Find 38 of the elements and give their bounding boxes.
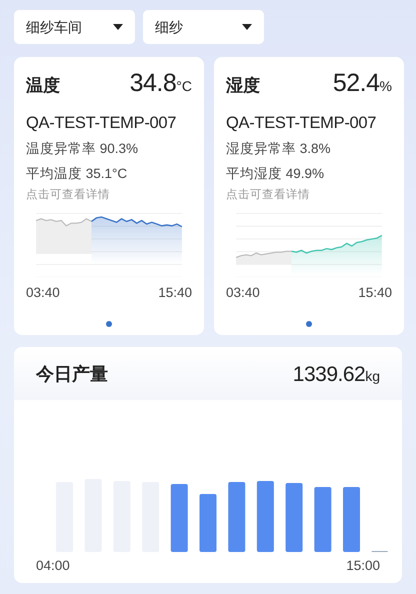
card-title: 今日产量 xyxy=(36,363,108,386)
bar xyxy=(200,494,216,552)
sensor-value: 52.4 xyxy=(332,68,380,99)
unit-label: % xyxy=(380,77,392,96)
device-id: QA-TEST-TEMP-007 xyxy=(226,112,378,134)
stat-text: 平均湿度 49.9% xyxy=(226,164,326,182)
time-label: 03:40 xyxy=(26,284,60,302)
sensor-card[interactable]: 温度 34.8°C QA-TEST-TEMP-007 温度异常率 90.3% 平均温度 35.1°C 点击可查看详情 03:40 15:40 xyxy=(14,57,204,335)
dropdown[interactable]: 细纱 xyxy=(143,10,264,44)
bar xyxy=(314,487,332,552)
device-id: QA-TEST-TEMP-007 xyxy=(26,112,178,134)
page-indicator-dot xyxy=(306,321,312,327)
detail-hint: 点击可查看详情 xyxy=(226,187,311,203)
stat-text: 温度异常率 90.3% xyxy=(26,140,140,158)
card-title: 湿度 xyxy=(226,75,260,97)
detail-hint: 点击可查看详情 xyxy=(26,187,111,203)
stat-text: 平均温度 35.1°C xyxy=(26,164,128,182)
dropdown[interactable]: 细纱车间 xyxy=(14,10,135,44)
bar xyxy=(228,482,246,552)
time-label: 15:40 xyxy=(358,284,392,302)
bar xyxy=(170,484,188,552)
unit-label: °C xyxy=(176,77,192,96)
sensor-card[interactable]: 湿度 52.4% QA-TEST-TEMP-007 湿度异常率 3.8% 平均湿度 49.9% 点击可查看详情 03:40 15:40 xyxy=(214,57,404,335)
sensor-value: 34.8 xyxy=(130,68,176,99)
card-title: 温度 xyxy=(26,75,60,97)
time-label: 04:00 xyxy=(36,557,70,575)
caret-icon xyxy=(242,24,252,30)
time-label: 03:40 xyxy=(226,284,260,302)
unit-label: kg xyxy=(365,366,380,386)
production-value: 1339.62 xyxy=(292,362,366,388)
bar xyxy=(256,481,274,552)
bar xyxy=(286,483,303,552)
bar xyxy=(343,487,360,552)
stat-text: 湿度异常率 3.8% xyxy=(226,140,332,158)
time-label: 15:00 xyxy=(346,557,380,575)
caret-icon xyxy=(113,24,123,30)
page-indicator-dot xyxy=(106,321,112,327)
time-label: 15:40 xyxy=(158,284,192,302)
